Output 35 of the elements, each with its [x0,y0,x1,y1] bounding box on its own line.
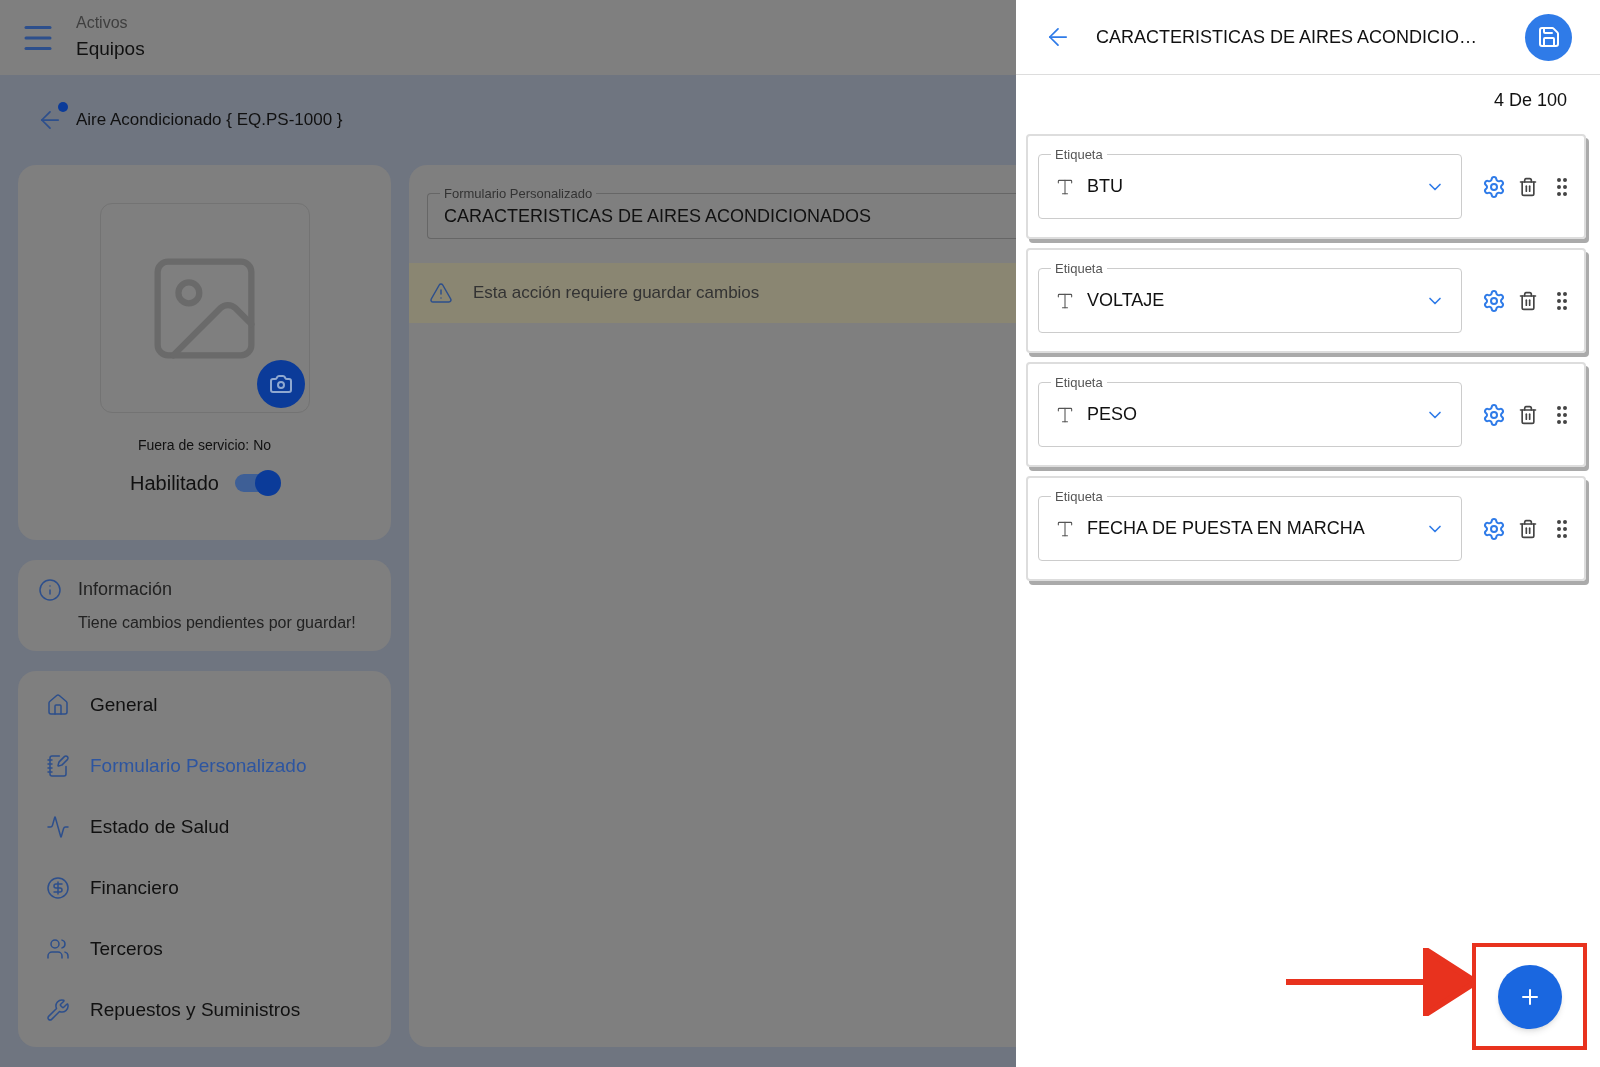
camera-icon [268,372,293,396]
dollar-icon [46,876,70,900]
trash-icon[interactable] [1518,518,1538,539]
page-title: Equipos [76,37,145,62]
nav-item[interactable]: Terceros [46,931,363,967]
trash-icon[interactable] [1518,176,1538,197]
out-of-service-text: Fuera de servicio: No [137,436,272,455]
camera-button[interactable] [256,360,305,408]
form-icon [46,754,70,778]
settings-icon[interactable] [1482,516,1506,541]
add-button[interactable] [1497,964,1562,1029]
nav-item[interactable]: Repuestos y Suministros [46,992,363,1028]
nav-item[interactable]: General [46,687,363,723]
enabled-label: Habilitado [130,471,219,496]
people-icon [46,937,70,961]
save-icon [1536,25,1561,49]
settings-icon[interactable] [1482,288,1506,313]
nav-item[interactable]: Estado de Salud [46,809,363,845]
settings-icon[interactable] [1482,174,1506,199]
warning-text: Esta acción requiere guardar cambios [473,282,760,305]
pulse-icon [46,815,70,839]
nav-item[interactable]: Financiero [46,870,363,906]
trash-icon[interactable] [1518,404,1538,425]
info-icon [38,578,62,602]
info-title: Información [78,578,174,601]
home-icon [46,693,70,717]
save-button[interactable] [1525,13,1572,61]
field-count: 4 De 100 [1493,89,1567,112]
panel-title: CARACTERISTICAS DE AIRES ACONDICIO… [1096,25,1479,49]
section-label: Activos [76,13,129,34]
settings-icon[interactable] [1482,402,1506,427]
equipment-title: Aire Acondicionado { EQ.PS-1000 } [76,109,343,132]
warning-icon [429,281,453,305]
trash-icon[interactable] [1518,290,1538,311]
info-message: Tiene cambios pendientes por guardar! [78,613,356,633]
